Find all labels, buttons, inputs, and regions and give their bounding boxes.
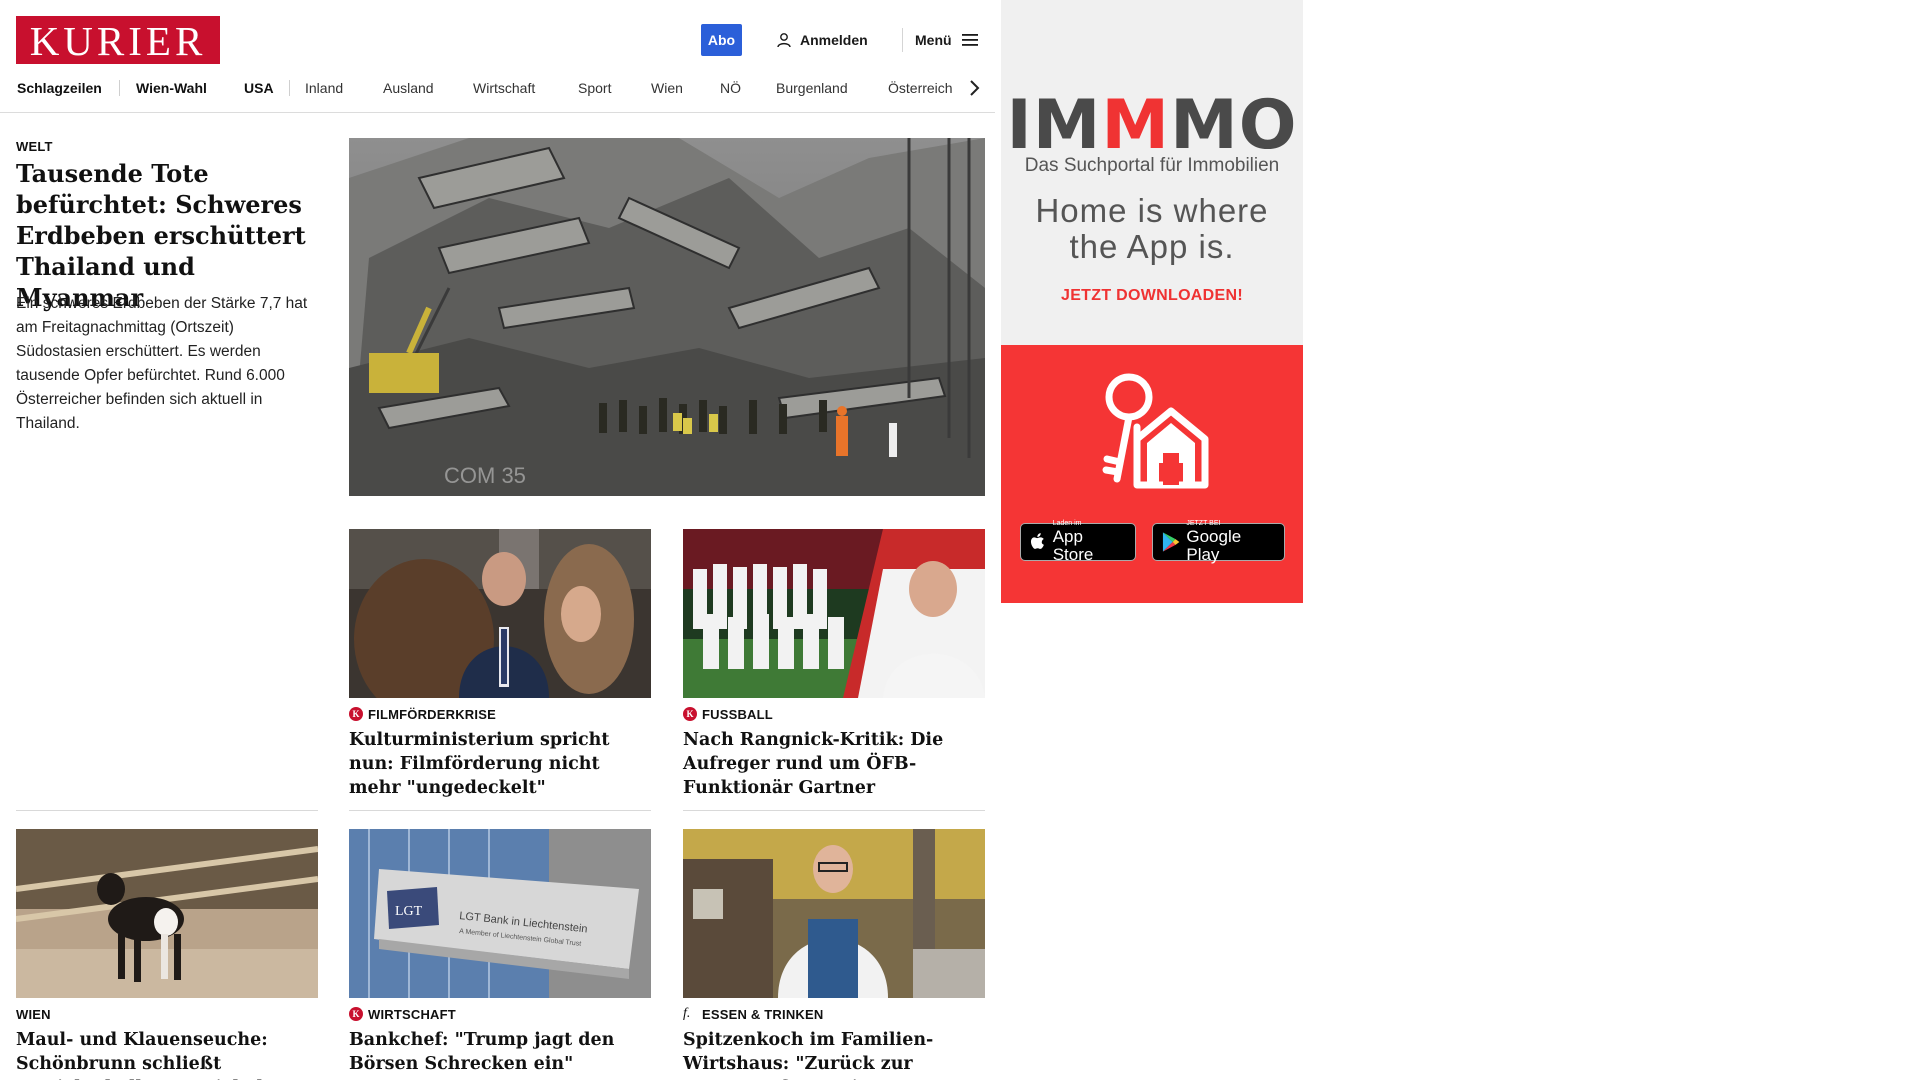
- article-card-schoenbrunn[interactable]: WIEN Maul- und Klauenseuche: Schönbrunn …: [16, 829, 318, 1080]
- article-image-chef: [683, 829, 985, 998]
- ad-download-cta[interactable]: JETZT DOWNLOADEN!: [1001, 287, 1303, 305]
- card-kicker: WIRTSCHAFT: [368, 1006, 456, 1022]
- hamburger-icon: [961, 34, 978, 46]
- key-house-icon: [1102, 373, 1209, 489]
- chevron-right-icon[interactable]: [964, 78, 984, 98]
- divider: [16, 810, 318, 811]
- nav-item-wirtschaft[interactable]: Wirtschaft: [473, 76, 535, 100]
- lead-kicker: WELT: [16, 139, 53, 154]
- card-headline[interactable]: Spitzenkoch im Familien-Wirtshaus: "Zurü…: [683, 1028, 985, 1080]
- kurier-plus-icon: K: [683, 707, 697, 721]
- card-headline[interactable]: Bankchef: "Trump jagt den Börsen Schreck…: [349, 1028, 651, 1076]
- menu-label: Menü: [915, 32, 952, 48]
- card-kicker: WIEN: [16, 1006, 51, 1022]
- article-card-filmfoerderung[interactable]: K FILMFÖRDERKRISE Kulturministerium spri…: [349, 529, 651, 800]
- card-kicker: FUSSBALL: [702, 706, 773, 722]
- ad-claim: Home is where the App is.: [1035, 192, 1269, 265]
- user-icon: [777, 33, 791, 48]
- article-card-bankchef[interactable]: LGT LGT Bank in Liechtenstein A Member o…: [349, 829, 651, 1076]
- genuss-icon: f.: [683, 1006, 691, 1021]
- card-headline[interactable]: Kulturministerium spricht nun: Filmförde…: [349, 728, 651, 800]
- header-divider: [902, 28, 903, 52]
- card-headline[interactable]: Maul- und Klauenseuche: Schönbrunn schli…: [16, 1028, 318, 1080]
- divider: [683, 810, 985, 811]
- card-kicker: FILMFÖRDERKRISE: [368, 706, 496, 722]
- kurier-logo[interactable]: KURIER: [16, 16, 220, 64]
- nav-item-inland[interactable]: Inland: [305, 76, 343, 100]
- kurier-plus-icon: K: [349, 707, 363, 721]
- site-header: KURIER Abo Anmelden Menü Schlagzeilen Wi…: [0, 0, 995, 113]
- lead-image-earthquake-rubble[interactable]: COM 35: [349, 138, 985, 496]
- card-headline[interactable]: Nach Rangnick-Kritik: Die Aufreger rund …: [683, 728, 985, 800]
- apple-icon: [1030, 533, 1044, 549]
- article-image-politician: [349, 529, 651, 698]
- divider: [349, 810, 651, 811]
- google-play-button[interactable]: JETZT BEI Google Play: [1152, 520, 1285, 564]
- nav-item-sport[interactable]: Sport: [578, 76, 611, 100]
- nav-item-wien[interactable]: Wien: [651, 76, 683, 100]
- section-nav: Schlagzeilen Wien-Wahl USA Inland Auslan…: [0, 76, 995, 100]
- nav-item-usa[interactable]: USA: [244, 76, 274, 100]
- svg-text:COM 35: COM 35: [444, 463, 526, 488]
- ad-subtitle: Das Suchportal für Immobilien: [1024, 155, 1280, 176]
- app-store-button[interactable]: Laden im App Store: [1020, 520, 1136, 564]
- login-label: Anmelden: [800, 32, 868, 48]
- nav-item-wien-wahl[interactable]: Wien-Wahl: [136, 76, 207, 100]
- article-card-rangnick[interactable]: K FUSSBALL Nach Rangnick-Kritik: Die Auf…: [683, 529, 985, 800]
- nav-item-ausland[interactable]: Ausland: [383, 76, 434, 100]
- article-card-spitzenkoch[interactable]: f. ESSEN & TRINKEN Spitzenkoch im Famili…: [683, 829, 985, 1080]
- article-image-goat: [16, 829, 318, 998]
- article-image-football-team: [683, 529, 985, 698]
- kurier-plus-icon: K: [349, 1007, 363, 1021]
- nav-item-burgenland[interactable]: Burgenland: [776, 76, 848, 100]
- abo-button[interactable]: Abo: [701, 24, 742, 56]
- card-kicker: ESSEN & TRINKEN: [702, 1006, 824, 1022]
- nav-item-noe[interactable]: NÖ: [720, 76, 741, 100]
- login-button[interactable]: Anmelden: [776, 30, 868, 50]
- article-image-bank-sign: LGT LGT Bank in Liechtenstein A Member o…: [349, 829, 651, 998]
- google-play-icon: [1162, 532, 1180, 552]
- bank-logo-text: LGT: [395, 904, 423, 919]
- lead-headline[interactable]: Tausende Tote befürchtet: Schweres Erdbe…: [16, 158, 316, 313]
- immmo-logo: IMMMO: [1006, 86, 1298, 165]
- nav-separator: [119, 80, 120, 96]
- immmo-advertisement[interactable]: IMMMO Das Suchportal für Immobilien Home…: [1001, 0, 1303, 603]
- menu-button[interactable]: Menü: [915, 30, 978, 50]
- nav-separator: [289, 80, 290, 96]
- nav-item-schlagzeilen[interactable]: Schlagzeilen: [17, 76, 102, 100]
- nav-item-oesterreich[interactable]: Österreich: [888, 76, 953, 100]
- lead-teaser: Ein schweres Erdbeben der Stärke 7,7 hat…: [16, 295, 308, 432]
